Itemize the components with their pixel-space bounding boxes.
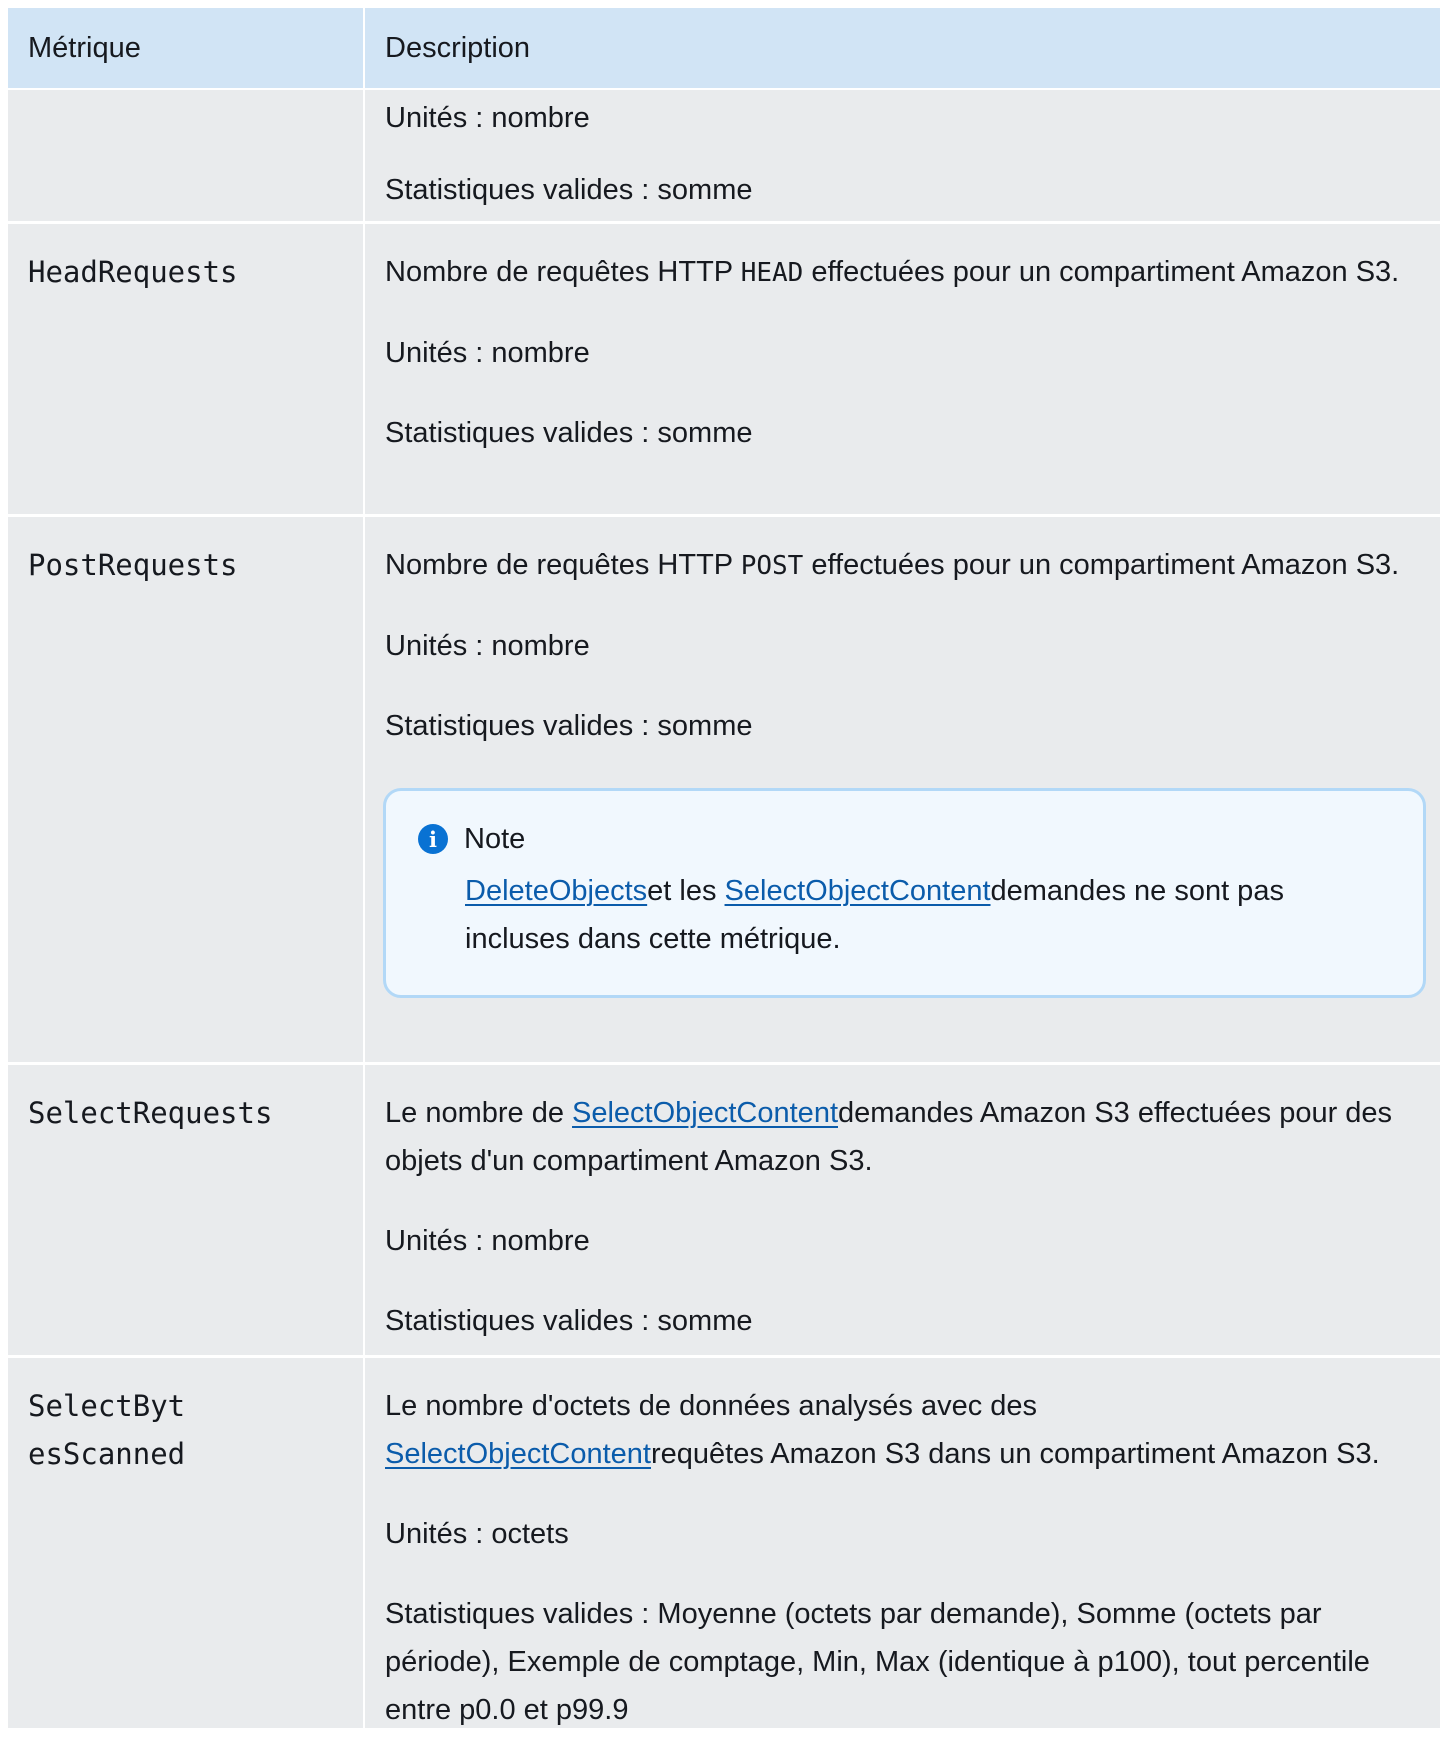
units-text: Unités : nombre xyxy=(385,1225,590,1257)
header-metric: Métrique xyxy=(8,8,365,88)
metric-cell: PostRequests xyxy=(8,517,365,1062)
note-text: DeleteObjectset les SelectObjectContentd… xyxy=(465,875,1284,955)
metric-name: SelectByt esScanned xyxy=(28,1389,186,1471)
description-cell: Nombre de requêtes HTTP HEAD effectuées … xyxy=(365,224,1440,514)
units-text: Unités : nombre xyxy=(385,630,590,662)
delete-objects-link[interactable]: DeleteObjects xyxy=(465,875,647,907)
header-description: Description xyxy=(385,32,531,64)
description-cell: Nombre de requêtes HTTP POST effectuées … xyxy=(365,517,1446,1062)
description-text: Nombre de requêtes HTTP POST effectuées … xyxy=(385,549,1400,581)
table-header: Métrique Description xyxy=(8,8,1440,90)
metric-cell: SelectRequests xyxy=(8,1065,365,1355)
metric-cell: HeadRequests xyxy=(8,224,365,514)
units-text: Unités : nombre xyxy=(385,337,590,369)
note-header: i Note xyxy=(416,819,1393,859)
units-text: Unités : nombre xyxy=(385,102,590,134)
stats-text: Statistiques valides : somme xyxy=(385,710,753,742)
description-cell: Le nombre de SelectObjectContentdemandes… xyxy=(365,1065,1440,1355)
inline-code: HEAD xyxy=(740,258,804,288)
table-row: SelectRequests Le nombre de SelectObject… xyxy=(8,1065,1440,1358)
stats-text: Statistiques valides : somme xyxy=(385,417,753,449)
description-cell: Unités : nombre Statistiques valides : s… xyxy=(365,90,1440,221)
note-title: Note xyxy=(464,823,526,855)
stats-text: Statistiques valides : somme xyxy=(385,1305,753,1337)
table-row: PostRequests Nombre de requêtes HTTP POS… xyxy=(8,517,1440,1065)
description-cell: Le nombre d'octets de données analysés a… xyxy=(365,1358,1440,1728)
stats-text: Statistiques valides : Moyenne (octets p… xyxy=(385,1598,1370,1726)
metric-name: HeadRequests xyxy=(28,255,238,289)
table-row: SelectByt esScanned Le nombre d'octets de… xyxy=(8,1358,1440,1728)
select-object-content-link[interactable]: SelectObjectContent xyxy=(572,1097,838,1129)
metric-name: SelectRequests xyxy=(28,1096,273,1130)
metric-cell xyxy=(8,90,365,221)
metric-name: PostRequests xyxy=(28,548,238,582)
inline-code: POST xyxy=(740,551,804,581)
table-row: HeadRequests Nombre de requêtes HTTP HEA… xyxy=(8,224,1440,517)
note-callout: i Note DeleteObjectset les SelectObjectC… xyxy=(383,788,1426,998)
info-icon: i xyxy=(418,824,448,854)
metrics-table: Métrique Description Unités : nombre Sta… xyxy=(8,8,1440,1728)
stats-text: Statistiques valides : somme xyxy=(385,174,753,206)
description-text: Le nombre de SelectObjectContentdemandes… xyxy=(385,1097,1393,1177)
units-text: Unités : octets xyxy=(385,1518,569,1550)
description-text: Le nombre d'octets de données analysés a… xyxy=(385,1390,1380,1470)
select-object-content-link[interactable]: SelectObjectContent xyxy=(385,1438,651,1470)
select-object-content-link[interactable]: SelectObjectContent xyxy=(725,875,991,907)
table-row: Unités : nombre Statistiques valides : s… xyxy=(8,90,1440,224)
metric-cell: SelectByt esScanned xyxy=(8,1358,365,1728)
description-text: Nombre de requêtes HTTP HEAD effectuées … xyxy=(385,256,1400,288)
